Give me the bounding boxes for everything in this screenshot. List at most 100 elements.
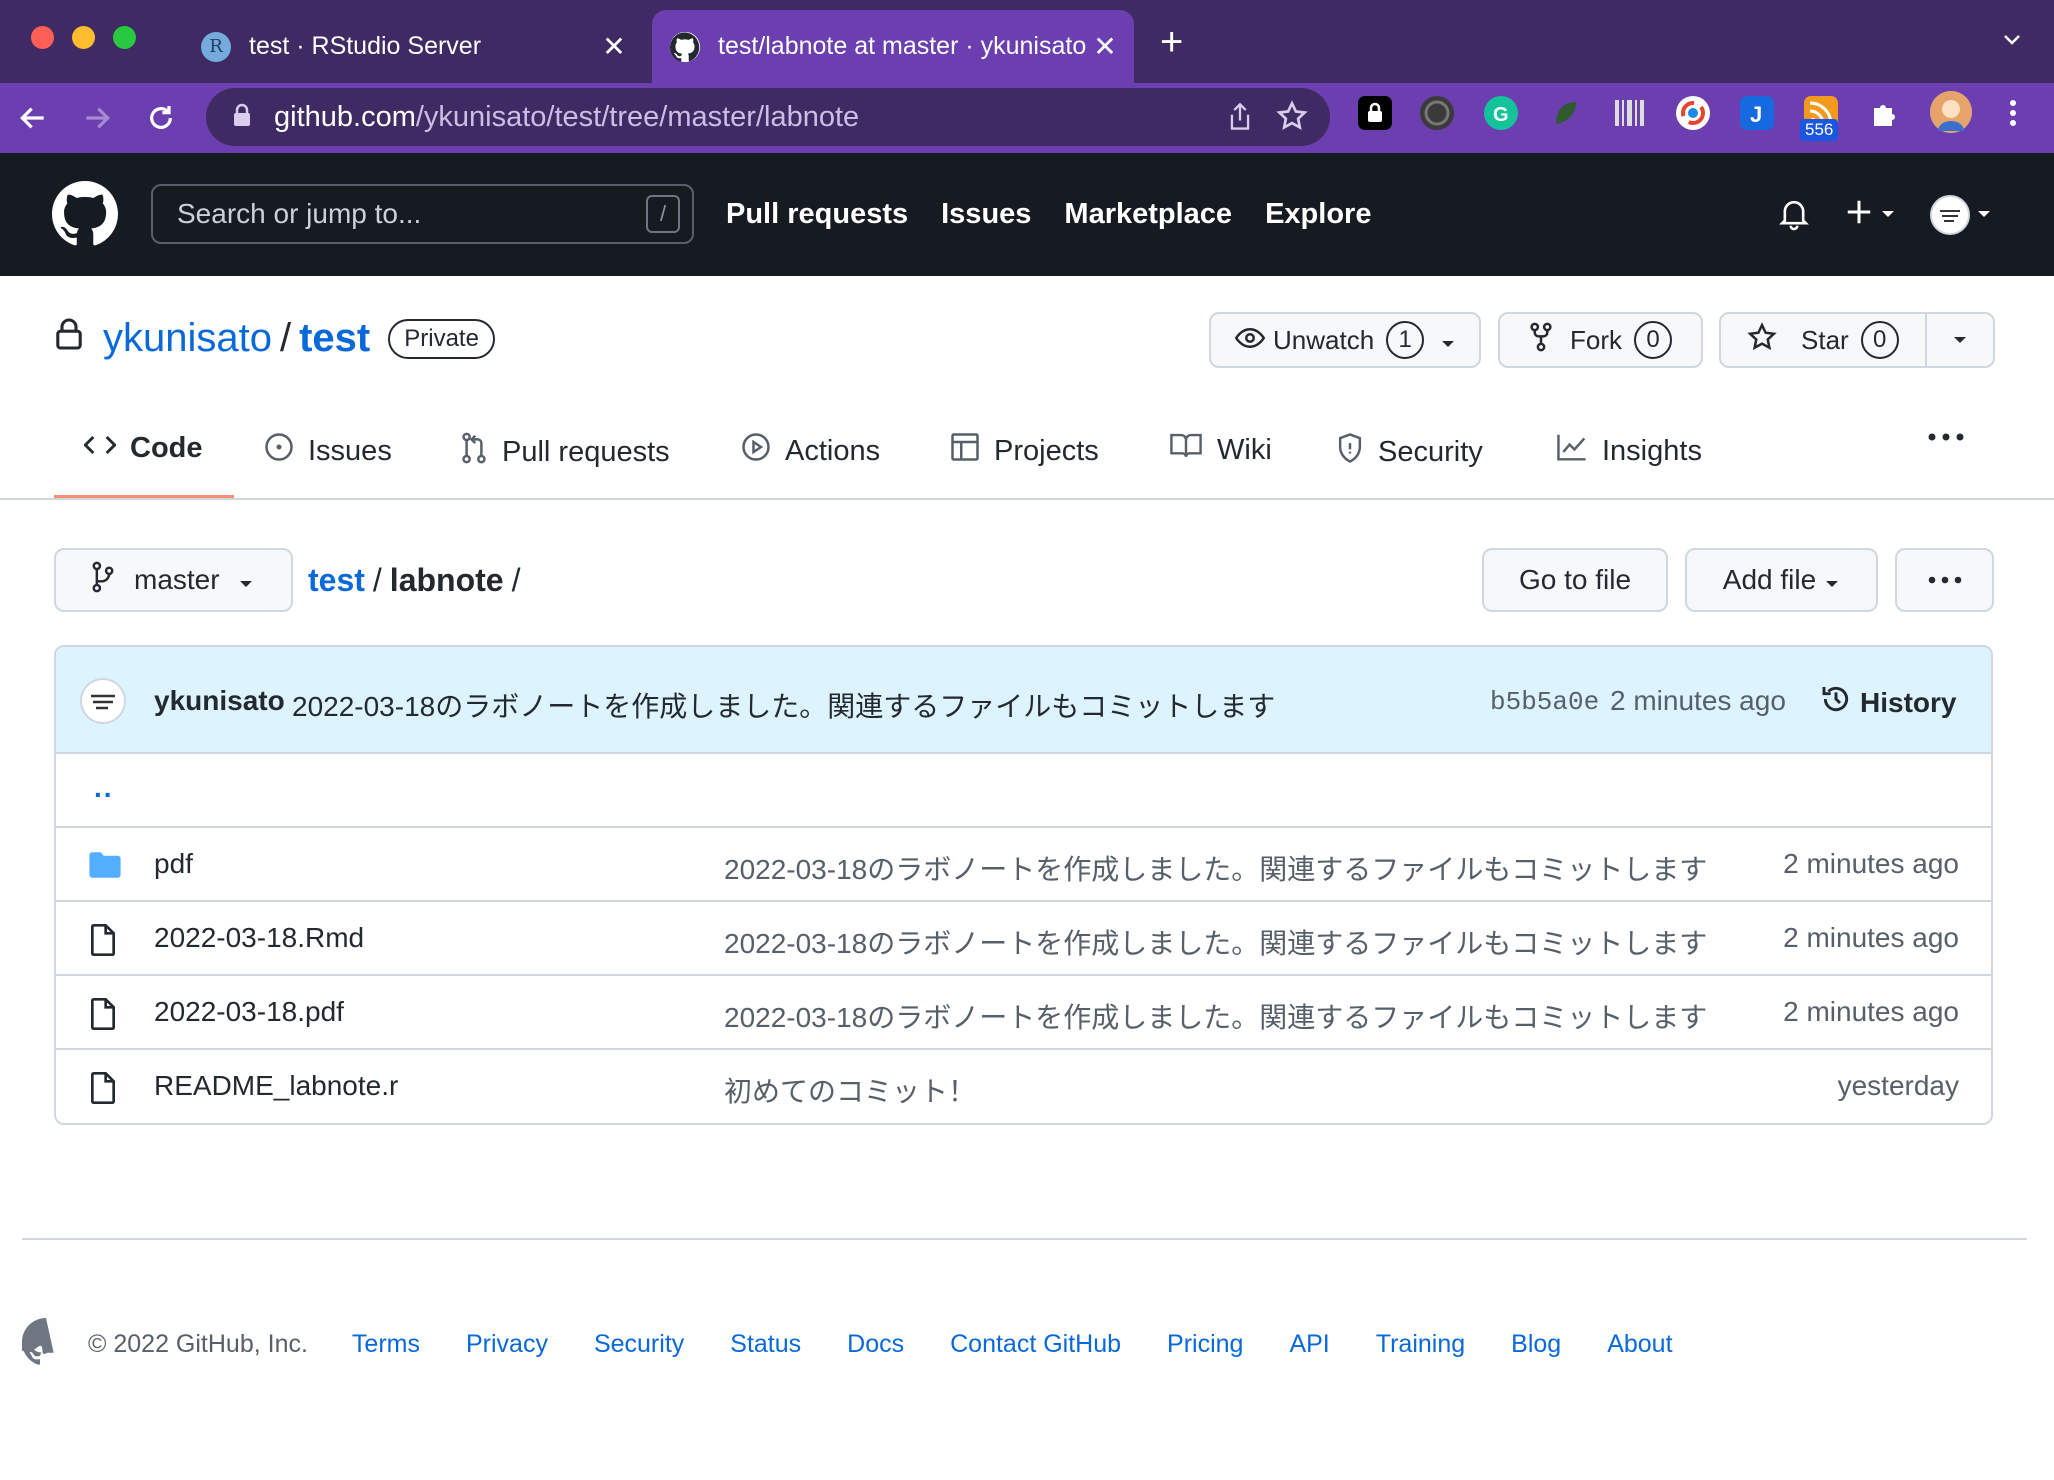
breadcrumb-separator: / <box>372 562 382 598</box>
browser-tab-github[interactable]: test/labnote at master · ykunisato ✕ <box>652 10 1134 83</box>
footer-link-api[interactable]: API <box>1289 1330 1329 1359</box>
list-item[interactable]: 2022-03-18.Rmd 2022-03-18のラボノートを作成しました。関… <box>56 902 1991 976</box>
browser-tab-rstudio[interactable]: R test · RStudio Server ✕ <box>183 10 643 83</box>
add-file-button[interactable]: Add file <box>1685 548 1878 612</box>
browser-tab-bar: R test · RStudio Server ✕ test/labnote a… <box>0 0 2054 83</box>
extension-j-icon[interactable]: J <box>1740 96 1774 130</box>
footer: © 2022 GitHub, Inc. Terms Privacy Securi… <box>17 1318 1719 1371</box>
footer-link-blog[interactable]: Blog <box>1511 1330 1561 1359</box>
global-search-input[interactable]: Search or jump to... / <box>151 184 694 244</box>
lock-icon <box>55 316 83 361</box>
user-menu-dropdown[interactable] <box>1930 195 1992 235</box>
repo-name-link[interactable]: test <box>299 316 370 361</box>
caret-down-icon <box>1824 564 1840 596</box>
footer-link-contact[interactable]: Contact GitHub <box>950 1330 1121 1359</box>
file-commit-message-link[interactable]: 初めてのコミット！ <box>724 1070 976 1110</box>
footer-link-terms[interactable]: Terms <box>352 1330 420 1359</box>
go-to-file-button[interactable]: Go to file <box>1482 548 1668 612</box>
star-lists-dropdown[interactable] <box>1925 314 1993 366</box>
footer-link-security[interactable]: Security <box>594 1330 684 1359</box>
file-name-link[interactable]: README_labnote.r <box>154 1070 398 1102</box>
parent-directory-link[interactable]: .. <box>94 772 114 804</box>
tab-insights[interactable]: Insights <box>1556 432 1702 470</box>
tab-close-icon[interactable]: ✕ <box>599 30 629 63</box>
extension-leaf-icon[interactable] <box>1548 96 1582 130</box>
star-button[interactable]: Star 0 <box>1719 312 1995 368</box>
window-zoom-button[interactable] <box>113 26 136 49</box>
file-commit-message-link[interactable]: 2022-03-18のラボノートを作成しました。関連するファイルもコミットします <box>724 848 1707 888</box>
notifications-bell-icon[interactable] <box>1778 197 1810 236</box>
breadcrumb-root-link[interactable]: test <box>308 562 365 599</box>
folder-icon <box>88 850 122 885</box>
tab-issues[interactable]: Issues <box>264 432 392 470</box>
tab-actions[interactable]: Actions <box>741 432 880 470</box>
share-icon[interactable] <box>1226 102 1254 137</box>
tab-wiki[interactable]: Wiki <box>1169 432 1272 468</box>
file-name-link[interactable]: pdf <box>154 848 193 880</box>
footer-link-training[interactable]: Training <box>1376 1330 1465 1359</box>
breadcrumb-current: labnote <box>389 562 504 598</box>
avatar[interactable] <box>80 678 126 724</box>
file-icon <box>88 924 118 961</box>
footer-link-about[interactable]: About <box>1607 1330 1672 1359</box>
window-close-button[interactable] <box>31 26 54 49</box>
file-name-link[interactable]: 2022-03-18.Rmd <box>154 922 364 954</box>
extension-circle-icon[interactable] <box>1420 96 1454 130</box>
footer-link-pricing[interactable]: Pricing <box>1167 1330 1243 1359</box>
profile-avatar[interactable] <box>1930 91 1972 133</box>
list-item[interactable]: 2022-03-18.pdf 2022-03-18のラボノートを作成しました。関… <box>56 976 1991 1050</box>
tab-search-chevron-icon[interactable] <box>2000 28 2024 57</box>
global-nav: Pull requests Issues Marketplace Explore <box>726 198 1371 231</box>
bookmark-star-icon[interactable] <box>1276 100 1308 137</box>
nav-issues[interactable]: Issues <box>941 198 1031 231</box>
repo-owner-link[interactable]: ykunisato <box>103 316 272 361</box>
extensions-puzzle-icon[interactable] <box>1868 96 1902 130</box>
more-tabs-kebab-icon[interactable] <box>1926 432 1966 442</box>
footer-link-privacy[interactable]: Privacy <box>466 1330 548 1359</box>
issue-icon <box>264 432 294 470</box>
extension-barcode-icon[interactable] <box>1612 96 1646 130</box>
extension-swirl-icon[interactable] <box>1676 96 1710 130</box>
footer-link-docs[interactable]: Docs <box>847 1330 904 1359</box>
file-commit-message-link[interactable]: 2022-03-18のラボノートを作成しました。関連するファイルもコミットします <box>724 996 1707 1036</box>
extension-lock-icon[interactable] <box>1358 96 1392 130</box>
search-placeholder: Search or jump to... <box>177 198 422 229</box>
unwatch-button[interactable]: Unwatch 1 <box>1209 312 1481 368</box>
history-link[interactable]: History <box>1820 683 1956 722</box>
create-new-dropdown[interactable] <box>1844 197 1896 232</box>
tab-projects[interactable]: Projects <box>950 432 1099 470</box>
new-tab-button[interactable]: + <box>1160 20 1183 65</box>
browser-toolbar: github.com/ykunisato/test/tree/master/la… <box>0 83 2054 153</box>
nav-marketplace[interactable]: Marketplace <box>1064 198 1232 231</box>
reload-button[interactable] <box>140 97 182 139</box>
github-mark-icon[interactable] <box>17 1318 70 1371</box>
file-commit-message-link[interactable]: 2022-03-18のラボノートを作成しました。関連するファイルもコミットします <box>724 922 1707 962</box>
parent-directory-row[interactable]: .. <box>56 754 1991 828</box>
history-label: History <box>1860 686 1957 718</box>
commit-author-link[interactable]: ykunisato <box>154 685 285 717</box>
list-item[interactable]: pdf 2022-03-18のラボノートを作成しました。関連するファイルもコミッ… <box>56 828 1991 902</box>
caret-down-icon <box>1440 325 1456 356</box>
file-name-link[interactable]: 2022-03-18.pdf <box>154 996 344 1028</box>
address-bar[interactable]: github.com/ykunisato/test/tree/master/la… <box>206 88 1330 146</box>
branch-select-button[interactable]: master <box>54 548 293 612</box>
forward-button[interactable] <box>76 97 118 139</box>
commit-sha-link[interactable]: b5b5a0e <box>1490 687 1599 717</box>
nav-explore[interactable]: Explore <box>1265 198 1371 231</box>
github-logo-icon[interactable] <box>52 181 118 252</box>
back-button[interactable] <box>12 97 54 139</box>
list-item[interactable]: README_labnote.r 初めてのコミット！ yesterday <box>56 1050 1991 1123</box>
grammarly-icon[interactable]: G <box>1484 96 1518 130</box>
tab-close-icon[interactable]: ✕ <box>1090 30 1120 63</box>
commit-message-link[interactable]: 2022-03-18のラボノートを作成しました。関連するファイルもコミットします <box>292 685 1275 725</box>
browser-menu-icon[interactable] <box>1996 96 2030 130</box>
footer-link-status[interactable]: Status <box>730 1330 801 1359</box>
tab-security[interactable]: Security <box>1336 432 1483 472</box>
nav-pull-requests[interactable]: Pull requests <box>726 198 908 231</box>
window-minimize-button[interactable] <box>72 26 95 49</box>
tab-pull-requests[interactable]: Pull requests <box>460 432 670 472</box>
more-options-kebab-icon[interactable] <box>1895 548 1994 612</box>
tab-code[interactable]: Code <box>83 432 203 465</box>
caret-down-icon <box>1880 206 1896 224</box>
fork-button[interactable]: Fork 0 <box>1498 312 1703 368</box>
